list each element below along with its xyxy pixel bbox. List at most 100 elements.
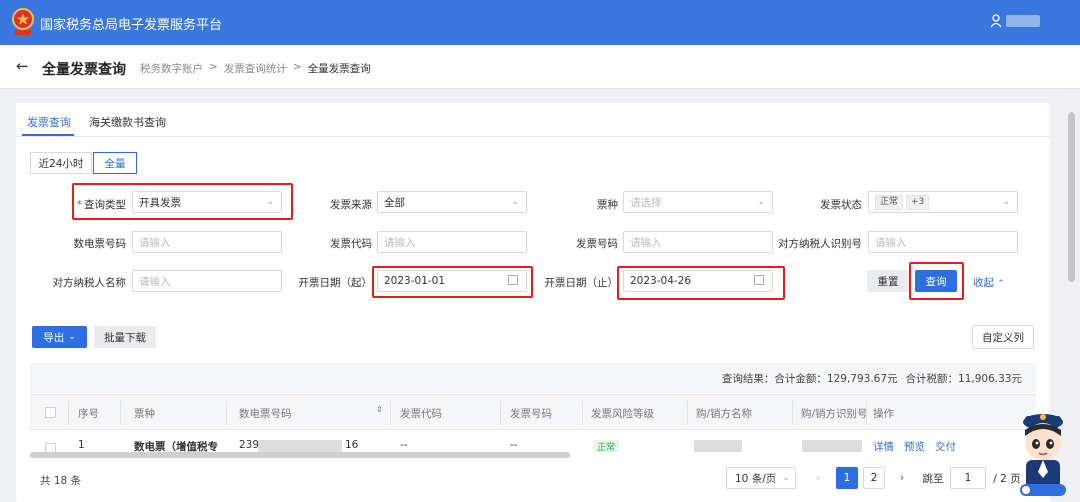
counterparty-name-label: 对方纳税人名称 [52,277,127,289]
tab-customs-query[interactable]: 海关缴款书查询 [89,114,166,130]
column-header: 发票代码 [400,408,442,420]
ticket-kind-label: 票种 [597,199,618,211]
column-divider [226,401,227,425]
chevron-down-icon: ⌄ [511,197,519,207]
page-scrollbar-thumb[interactable] [1068,112,1075,282]
bulk-download-button[interactable]: 批量下载 [94,326,156,348]
source-value: 全部 [384,196,405,209]
platform-title: 国家税务总局电子发票服务平台 [40,18,223,33]
date-start-value: 2023-01-01 [384,275,446,287]
breadcrumb-separator: > [209,61,218,73]
tax-emblem-icon [12,8,34,35]
chevron-up-icon: ⌃ [997,279,1005,289]
active-tab-indicator [22,134,74,136]
prev-page-icon[interactable]: ‹ [808,467,828,489]
user-name-redacted [1006,15,1040,27]
tab-invoice-query[interactable]: 发票查询 [27,114,71,130]
counterparty-name-placeholder: 请输入 [139,275,171,288]
date-end-label: 开票日期（止） [544,277,619,289]
back-arrow-icon[interactable]: ← [16,58,29,74]
counterparty-id-input[interactable]: 请输入 [868,231,1018,253]
row-index: 1 [78,439,85,451]
column-header: 发票号码 [510,408,552,420]
source-select[interactable]: 全部 ⌄ [377,191,527,213]
breadcrumb-current: 全量发票查询 [307,63,371,75]
user-icon [990,14,1002,28]
column-header[interactable]: 数电票号码 [239,406,292,421]
invoice-code-input[interactable]: 请输入 [377,231,527,253]
column-header: 购/销方识别号 [801,408,868,420]
column-header: 发票风险等级 [591,408,654,420]
chevron-down-icon: ⌄ [266,197,274,207]
breadcrumb-item[interactable]: 发票查询统计 [224,61,287,76]
counterparty-name-input[interactable]: 请输入 [132,270,282,292]
jump-label: 跳至 [922,472,944,485]
table-row[interactable]: 1 数电票（增值税专 239 16 -- -- 正常 详情 预览 交付 [30,430,1036,452]
date-start-input[interactable]: 2023-01-01 [377,270,527,292]
preview-link[interactable]: 预览 [904,439,925,452]
row-checkbox[interactable] [45,443,56,452]
range-24h-button[interactable]: 近24小时 [30,152,92,174]
invoice-no-placeholder: 请输入 [630,236,662,249]
column-divider [792,401,793,425]
select-all-checkbox[interactable] [45,407,56,418]
user-menu[interactable] [990,14,1040,28]
date-end-input[interactable]: 2023-04-26 [623,270,773,292]
status-select[interactable]: 正常 +3 ⌄ [868,191,1018,213]
search-button[interactable]: 查询 [915,270,957,292]
sort-icon[interactable]: ⇕ [376,405,383,414]
column-divider [866,401,867,425]
query-type-label-text: 查询类型 [84,199,126,211]
custom-columns-button[interactable]: 自定义列 [972,325,1034,349]
digital-no-input[interactable]: 请输入 [132,231,282,253]
redacted-value [802,440,862,452]
column-header: 票种 [134,408,155,420]
column-divider [500,401,501,425]
tab-bar: 发票查询 海关缴款书查询 [16,103,1050,137]
breadcrumb-item[interactable]: 税务数字账户 [140,61,203,76]
risk-badge: 正常 [593,440,620,452]
page-size-select[interactable]: 10 条/页 ⌄ [726,467,796,489]
query-type-label: * 查询类型 [56,197,126,212]
ticket-kind-placeholder: 请选择 [630,196,662,209]
chevron-down-icon: ⌄ [1002,197,1010,207]
range-all-button[interactable]: 全量 [93,152,137,174]
next-page-icon[interactable]: › [892,467,912,489]
invoice-no-input[interactable]: 请输入 [623,231,773,253]
calendar-icon [508,275,518,285]
row-code: -- [400,439,408,451]
page-2-button[interactable]: 2 [863,467,885,489]
row-number-prefix: 239 [239,439,260,451]
column-divider [687,401,688,425]
ticket-kind-select[interactable]: 请选择 ⌄ [623,191,773,213]
column-divider [68,401,69,425]
export-button[interactable]: 导出 ⌄ [32,326,87,348]
deliver-link[interactable]: 交付 [935,439,956,452]
redacted-value [694,440,742,452]
invoice-code-label: 发票代码 [330,238,372,250]
column-divider [120,401,121,425]
result-label: 查询结果： [721,372,775,385]
reset-button[interactable]: 重置 [867,270,909,292]
calendar-icon [754,275,764,285]
total-amount: 合计金额：129,793.67元 [774,372,898,385]
jump-input[interactable]: 1 [950,467,986,489]
result-summary: 查询结果： 合计金额：129,793.67元 合计税额：11,906.33元 [30,363,1036,393]
row-kind: 数电票（增值税专 [134,441,218,452]
page-1-button[interactable]: 1 [836,467,858,489]
detail-link[interactable]: 详情 [873,439,894,452]
column-header: 操作 [873,408,894,420]
required-mark: * [76,199,82,211]
invoice-no-label: 发票号码 [576,238,618,250]
page-titlebar: ← 全量发票查询 税务数字账户 > 发票查询统计 > 全量发票查询 [0,45,1080,89]
tax-mascot-icon[interactable] [1010,400,1076,500]
status-tag: 正常 [875,194,904,210]
status-tag-more: +3 [906,194,930,210]
chevron-down-icon: ⌄ [757,197,765,207]
invoice-code-placeholder: 请输入 [384,236,416,249]
collapse-link[interactable]: 收起 ⌃ [973,275,1005,290]
query-type-select[interactable]: 开具发票 ⌄ [132,191,282,213]
table-horizontal-scrollbar[interactable] [30,452,570,458]
date-start-label: 开票日期（起） [298,277,373,289]
status-label: 发票状态 [820,199,862,211]
